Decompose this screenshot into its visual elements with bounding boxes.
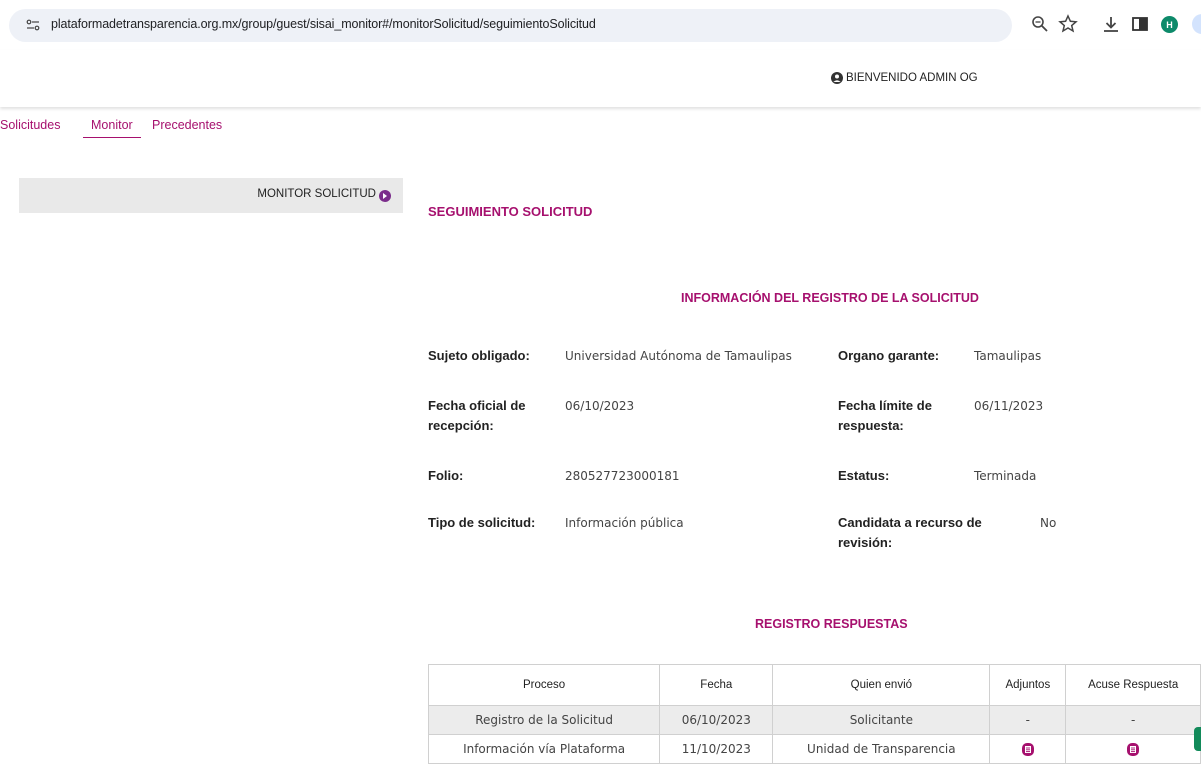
- cell-acuse: [1065, 734, 1201, 764]
- cell-acuse: -: [1065, 705, 1201, 735]
- side-panel-icon[interactable]: [1130, 14, 1150, 34]
- col-quien-envio: Quien envió: [772, 664, 991, 706]
- cell-quien: Solicitante: [772, 705, 991, 735]
- candidata-value: No: [1040, 516, 1057, 530]
- candidata-label: Candidata a recurso de revisión:: [838, 515, 982, 550]
- table-row: Información vía Plataforma 11/10/2023 Un…: [427, 734, 1201, 764]
- bookmark-star-icon[interactable]: [1058, 14, 1078, 34]
- estatus-label: Estatus:: [838, 468, 890, 483]
- download-icon[interactable]: [1101, 14, 1121, 34]
- chat-widget-icon[interactable]: [1194, 727, 1201, 751]
- responses-section-title: REGISTRO RESPUESTAS: [755, 617, 908, 631]
- tipo-solicitud-label: Tipo de solicitud:: [428, 515, 536, 530]
- organo-garante-label: Organo garante:: [838, 348, 940, 363]
- fecha-limite-value: 06/11/2023: [974, 399, 1044, 413]
- cell-quien: Unidad de Transparencia: [772, 734, 991, 764]
- browser-toolbar: plataformadetransparencia.org.mx/group/g…: [0, 0, 1201, 50]
- app-header: BIENVENIDO ADMIN OG: [0, 50, 1201, 107]
- estatus-value: Terminada: [974, 469, 1037, 483]
- cell-proceso: Registro de la Solicitud: [427, 705, 661, 735]
- cell-fecha: 11/10/2023: [659, 734, 774, 764]
- address-bar[interactable]: plataformadetransparencia.org.mx/group/g…: [9, 9, 1012, 42]
- welcome-text: BIENVENIDO ADMIN OG: [846, 72, 978, 84]
- cell-proceso: Información vía Plataforma: [427, 734, 661, 764]
- cell-fecha: 06/10/2023: [659, 705, 774, 735]
- account-icon[interactable]: [1192, 14, 1201, 34]
- tab-solicitudes[interactable]: Solicitudes: [0, 118, 60, 132]
- welcome-message[interactable]: BIENVENIDO ADMIN OG: [831, 72, 978, 84]
- sidebar-item-label: MONITOR SOLICITUD: [257, 188, 376, 200]
- folio-label: Folio:: [428, 468, 464, 483]
- folio-value: 280527723000181: [565, 469, 680, 483]
- cell-adjuntos: -: [989, 705, 1067, 735]
- col-fecha: Fecha: [659, 664, 774, 706]
- page-title: SEGUIMIENTO SOLICITUD: [428, 204, 593, 219]
- tab-precedentes[interactable]: Precedentes: [152, 118, 222, 132]
- table-row: Registro de la Solicitud 06/10/2023 Soli…: [427, 705, 1201, 735]
- zoom-icon[interactable]: [1030, 14, 1050, 34]
- tipo-solicitud-value: Información pública: [565, 516, 684, 530]
- sujeto-obligado-value: Universidad Autónoma de Tamaulipas: [565, 349, 792, 363]
- cell-adjuntos: [989, 734, 1067, 764]
- url-text[interactable]: plataformadetransparencia.org.mx/group/g…: [51, 17, 596, 31]
- sujeto-obligado-label: Sujeto obligado:: [428, 348, 530, 363]
- fecha-oficial-value: 06/10/2023: [565, 399, 635, 413]
- site-settings-icon[interactable]: [26, 18, 40, 32]
- play-circle-icon: [379, 190, 391, 202]
- info-section-title: INFORMACIÓN DEL REGISTRO DE LA SOLICITUD: [681, 291, 979, 305]
- col-proceso: Proceso: [427, 664, 661, 706]
- profile-avatar[interactable]: H: [1161, 16, 1178, 33]
- user-icon: [831, 72, 843, 84]
- tab-monitor[interactable]: Monitor: [83, 118, 141, 138]
- fecha-limite-label: Fecha límite de respuesta:: [838, 398, 932, 433]
- col-acuse-respuesta: Acuse Respuesta: [1065, 664, 1201, 706]
- document-icon[interactable]: [1021, 742, 1035, 757]
- organo-garante-value: Tamaulipas: [974, 349, 1042, 363]
- fecha-oficial-label: Fecha oficial de recepción:: [428, 398, 526, 433]
- sidebar-item-monitor-solicitud[interactable]: MONITOR SOLICITUD: [19, 178, 403, 213]
- col-adjuntos: Adjuntos: [989, 664, 1067, 706]
- table-header-row: Proceso Fecha Quien envió Adjuntos Acuse…: [427, 664, 1201, 706]
- document-icon[interactable]: [1126, 742, 1140, 757]
- responses-table: Proceso Fecha Quien envió Adjuntos Acuse…: [427, 664, 1201, 764]
